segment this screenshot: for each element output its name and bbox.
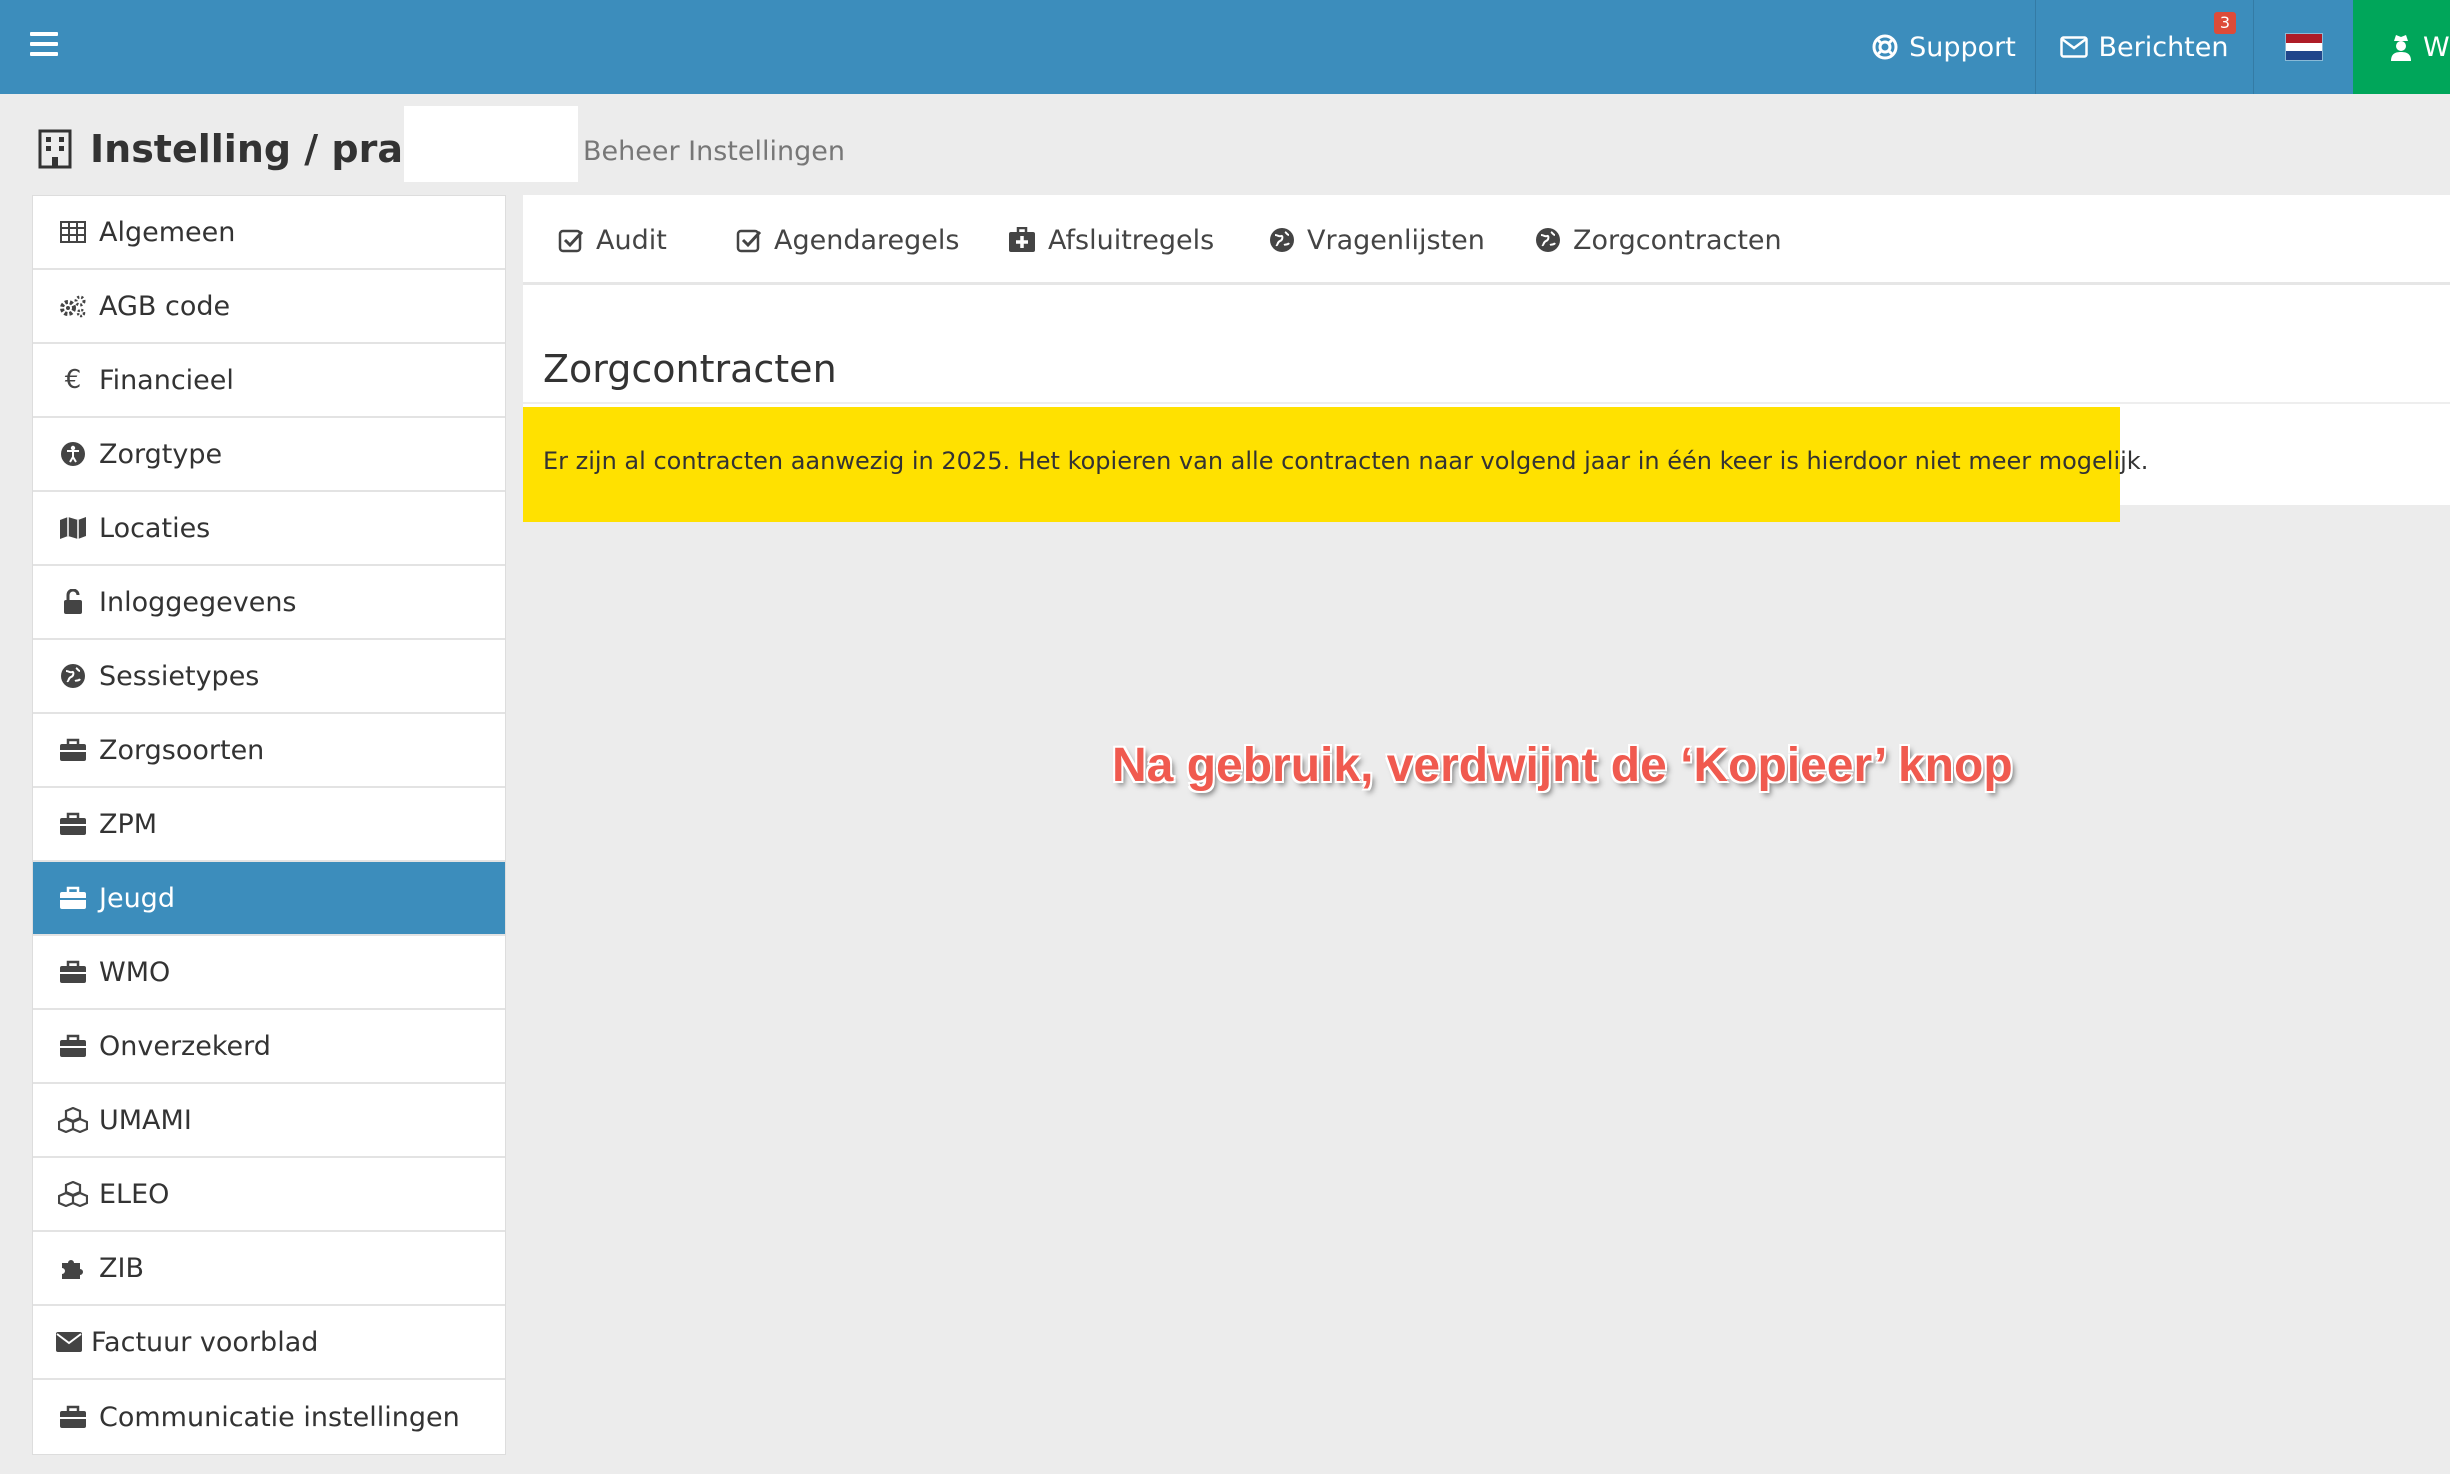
map-icon [57,516,89,540]
cubes-icon [57,1181,89,1207]
tab-audit[interactable]: Audit [558,195,667,285]
sidebar-item-label: UMAMI [99,1104,192,1136]
sidebar-item-label: Factuur voorblad [91,1326,319,1358]
briefcase-icon [57,738,89,762]
sidebar-item-label: ZPM [99,808,158,840]
globe-icon [1535,227,1561,253]
briefcase-icon [57,886,89,910]
sidebar-item-label: Inloggegevens [99,586,297,618]
cogs-icon [57,294,89,318]
sidebar-item-label: Financieel [99,364,234,396]
sidebar-item-label: ELEO [99,1178,170,1210]
sidebar-item-label: ZIB [99,1252,144,1284]
briefcase-icon [57,812,89,836]
support-link[interactable]: Support [1852,0,2035,94]
dutch-flag-icon [2284,33,2323,61]
envelope-icon [53,1331,85,1353]
tab-agendaregels[interactable]: Agendaregels [736,195,959,285]
redacted-area [404,106,578,182]
alert-message: Er zijn al contracten aanwezig in 2025. … [543,447,2149,475]
sidebar-item-zorgtype[interactable]: Zorgtype [33,418,505,492]
sidebar-item-communicatie-instellingen[interactable]: Communicatie instellingen [33,1380,505,1454]
berichten-label: Berichten [2098,31,2229,63]
sidebar-item-algemeen[interactable]: Algemeen [33,196,505,270]
check-square-icon [736,227,762,253]
sidebar-item-zpm[interactable]: ZPM [33,788,505,862]
divider [523,402,2450,404]
building-icon [38,129,72,169]
tab-label: Vragenlijsten [1307,224,1485,256]
sidebar-item-inloggegevens[interactable]: Inloggegevens [33,566,505,640]
sidebar-item-label: Algemeen [99,216,236,248]
sidebar-item-label: Jeugd [99,882,175,914]
table-icon [57,221,89,243]
sidebar-item-label: Communicatie instellingen [99,1401,460,1433]
section-title: Zorgcontracten [543,347,837,391]
sidebar-item-label: WMO [99,956,171,988]
tab-label: Audit [596,224,667,256]
puzzle-icon [57,1255,89,1281]
briefcase-icon [57,1034,89,1058]
globe-icon [1269,227,1295,253]
warning-alert: Er zijn al contracten aanwezig in 2025. … [523,407,2148,522]
sidebar-item-financieel[interactable]: € Financieel [33,344,505,418]
settings-sidebar: Algemeen AGB code € Financieel Zorgtype … [32,195,506,1455]
tab-vragenlijsten[interactable]: Vragenlijsten [1269,195,1485,285]
messages-count-badge: 3 [2214,12,2236,34]
accessibility-icon [57,441,89,467]
sidebar-item-zib[interactable]: ZIB [33,1232,505,1306]
briefcase-icon [57,960,89,984]
menu-toggle-icon[interactable] [30,32,58,56]
medkit-icon [1008,227,1036,253]
tab-label: Zorgcontracten [1573,224,1782,256]
sidebar-item-label: Onverzekerd [99,1030,271,1062]
life-ring-icon [1871,33,1899,61]
sidebar-item-sessietypes[interactable]: Sessietypes [33,640,505,714]
sidebar-item-zorgsoorten[interactable]: Zorgsoorten [33,714,505,788]
sidebar-item-label: Zorgtype [99,438,223,470]
sidebar-item-umami[interactable]: UMAMI [33,1084,505,1158]
support-label: Support [1909,31,2016,63]
tab-afsluitregels[interactable]: Afsluitregels [1008,195,1214,285]
sidebar-item-eleo[interactable]: ELEO [33,1158,505,1232]
annotation-text: Na gebruik, verdwijnt de ‘Kopieer’ knop [1112,739,2013,792]
user-menu[interactable]: Wi [2353,0,2450,94]
check-square-icon [558,227,584,253]
sidebar-item-label: Locaties [99,512,211,544]
settings-tabs: Audit Agendaregels Afsluitregels Vragenl… [523,195,2450,285]
tab-zorgcontracten[interactable]: Zorgcontracten [1535,195,1782,285]
briefcase-icon [57,1405,89,1429]
sidebar-item-label: AGB code [99,290,231,322]
unlock-icon [57,589,89,615]
tab-label: Afsluitregels [1048,224,1215,256]
sidebar-item-wmo[interactable]: WMO [33,936,505,1010]
envelope-icon [2060,36,2089,58]
sidebar-item-label: Zorgsoorten [99,734,265,766]
tab-label: Agendaregels [774,224,960,256]
sidebar-item-locaties[interactable]: Locaties [33,492,505,566]
cubes-icon [57,1107,89,1133]
sidebar-item-factuur-voorblad[interactable]: Factuur voorblad [33,1306,505,1380]
user-secret-icon [2389,33,2413,61]
sidebar-item-jeugd[interactable]: Jeugd [33,862,505,936]
sidebar-item-agb-code[interactable]: AGB code [33,270,505,344]
sidebar-item-label: Sessietypes [99,660,260,692]
breadcrumb: Beheer Instellingen [583,136,845,167]
user-name: Wi [2423,31,2450,63]
top-navbar: Support Berichten 3 Wi [0,0,2450,94]
euro-icon: € [64,365,82,395]
language-selector[interactable] [2253,0,2353,94]
sidebar-item-onverzekerd[interactable]: Onverzekerd [33,1010,505,1084]
globe-icon [57,663,89,689]
